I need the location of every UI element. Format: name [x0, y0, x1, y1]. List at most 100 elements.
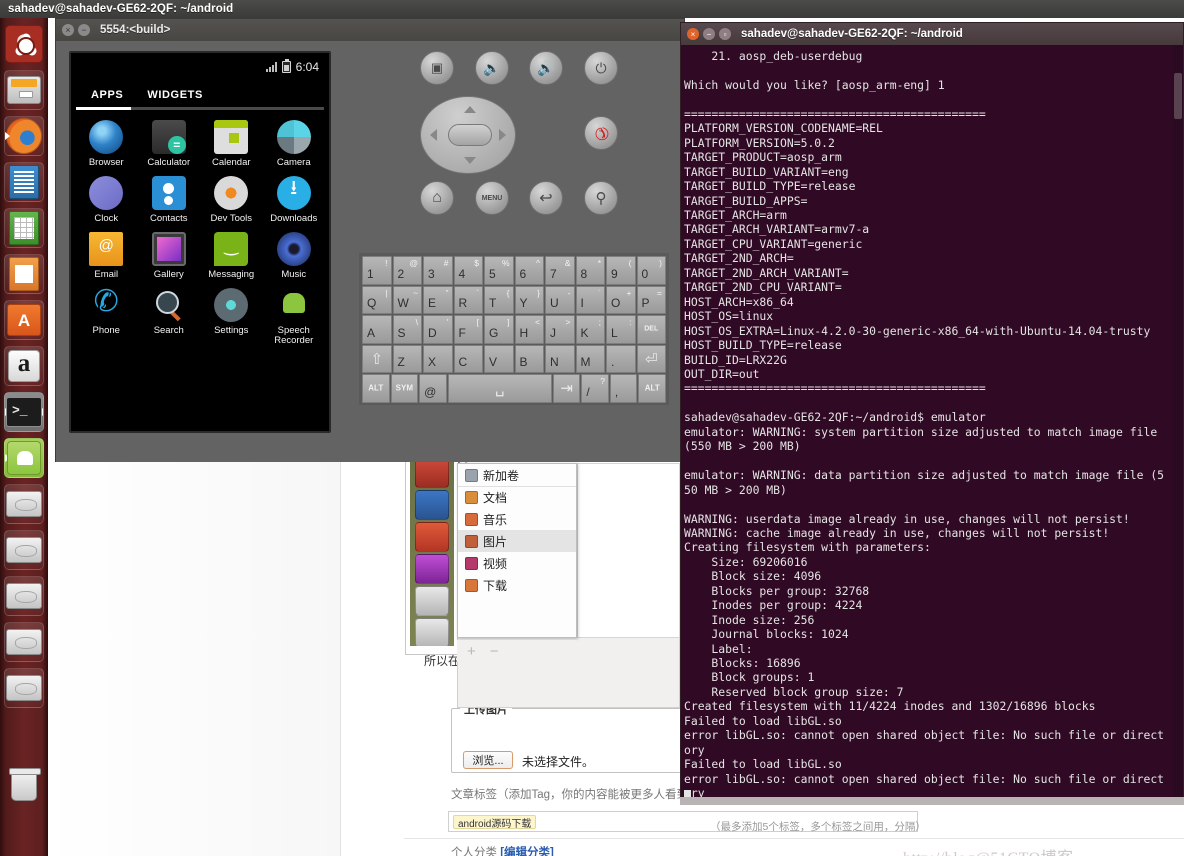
- key-n[interactable]: N: [545, 344, 575, 373]
- key-4[interactable]: 4 $: [453, 256, 483, 285]
- places-item-3[interactable]: 图片: [458, 530, 576, 552]
- launcher-item-drive-2[interactable]: [4, 530, 44, 570]
- launcher-item-drive-3[interactable]: [4, 576, 44, 616]
- launcher-item-libreoffice-impress[interactable]: [4, 254, 44, 294]
- app-settings[interactable]: Settings: [200, 287, 263, 346]
- volume-up-button[interactable]: 🔊: [529, 51, 563, 85]
- volume-down-button[interactable]: 🔈: [475, 51, 509, 85]
- strip-icon-tools[interactable]: [415, 458, 449, 488]
- key-r[interactable]: R `: [453, 285, 483, 314]
- tab-apps[interactable]: APPS: [91, 89, 123, 101]
- key-8[interactable]: 8 *: [575, 256, 605, 285]
- key-5[interactable]: 5%: [484, 256, 514, 285]
- app-phone[interactable]: Phone: [75, 284, 138, 346]
- search-button[interactable]: ⚲: [584, 181, 618, 215]
- key-h[interactable]: H <: [514, 315, 544, 344]
- key-9[interactable]: 9(: [606, 256, 636, 285]
- key-a[interactable]: A: [362, 315, 392, 344]
- remove-place-button[interactable]: −: [490, 643, 499, 660]
- edit-category-link[interactable]: [编辑分类]: [500, 847, 554, 856]
- key--[interactable]: .: [606, 344, 636, 373]
- dpad-down-icon[interactable]: [464, 157, 476, 164]
- tag-chip[interactable]: android源码下载: [453, 815, 537, 830]
- key-t[interactable]: T{: [484, 285, 514, 314]
- key-x[interactable]: X: [423, 344, 453, 373]
- launcher-item-drive-5[interactable]: [4, 668, 44, 708]
- key-g[interactable]: G]: [484, 315, 514, 344]
- strip-icon-chart[interactable]: [415, 522, 449, 552]
- key-u[interactable]: U-: [545, 285, 575, 314]
- key-sym[interactable]: SYM: [390, 374, 419, 403]
- key--[interactable]: ␣: [447, 374, 552, 403]
- strip-icon-paint[interactable]: [415, 490, 449, 520]
- key-d[interactable]: D ': [423, 315, 453, 344]
- key-v[interactable]: V: [484, 344, 514, 373]
- scrollbar-thumb[interactable]: [1174, 73, 1182, 119]
- key-w[interactable]: W ~: [392, 285, 422, 314]
- key-alt[interactable]: ALT: [638, 374, 667, 403]
- launcher-item-ubuntu-dash[interactable]: [4, 24, 44, 64]
- key-1[interactable]: 1!: [362, 256, 392, 285]
- key-alt[interactable]: ALT: [362, 374, 390, 403]
- launcher-item-trash[interactable]: [4, 766, 44, 806]
- strip-icon-video[interactable]: [415, 554, 449, 584]
- strip-icon-drive-b[interactable]: [415, 618, 449, 646]
- add-place-button[interactable]: +: [467, 643, 476, 660]
- menu-button[interactable]: MENU: [475, 181, 509, 215]
- places-item-4[interactable]: 视频: [458, 552, 576, 574]
- minimize-icon[interactable]: −: [78, 24, 90, 36]
- app-calendar[interactable]: Calendar: [200, 120, 263, 168]
- dpad-up-icon[interactable]: [464, 106, 476, 113]
- launcher-item-files[interactable]: [4, 70, 44, 110]
- app-clock[interactable]: Clock: [75, 175, 138, 224]
- key-s[interactable]: S \: [392, 315, 422, 344]
- close-icon[interactable]: ×: [687, 28, 699, 40]
- key-m[interactable]: M: [575, 344, 605, 373]
- key--[interactable]: ,: [609, 374, 638, 403]
- key--[interactable]: ⇥: [552, 374, 581, 403]
- key-f[interactable]: F[: [453, 315, 483, 344]
- places-item-2[interactable]: 音乐: [458, 508, 576, 530]
- app-gallery[interactable]: Gallery: [138, 231, 201, 280]
- key-q[interactable]: Q |: [362, 285, 392, 314]
- launcher-item-terminal[interactable]: [4, 392, 44, 432]
- key-e[interactable]: E”: [423, 285, 453, 314]
- key-c[interactable]: C: [453, 344, 483, 373]
- key--[interactable]: ⏎: [636, 344, 666, 373]
- places-item-5[interactable]: 下载: [458, 574, 576, 596]
- dpad-right-icon[interactable]: [499, 129, 506, 141]
- app-camera[interactable]: Camera: [263, 120, 326, 168]
- app-downloads[interactable]: Downloads: [263, 175, 326, 224]
- app-search[interactable]: Search: [138, 288, 201, 346]
- tab-widgets[interactable]: WIDGETS: [147, 89, 203, 101]
- launcher-item-drive-1[interactable]: [4, 484, 44, 524]
- launcher-item-libreoffice-writer[interactable]: [4, 162, 44, 202]
- browse-button[interactable]: 浏览...: [463, 751, 513, 769]
- key-2[interactable]: 2 @: [392, 256, 422, 285]
- app-music[interactable]: Music: [263, 231, 326, 280]
- places-item-0[interactable]: 新加卷: [458, 464, 576, 486]
- key-i[interactable]: I ˙: [575, 285, 605, 314]
- key-z[interactable]: Z: [392, 344, 422, 373]
- app-calculator[interactable]: Calculator: [138, 120, 201, 168]
- key-7[interactable]: 7 &: [545, 256, 575, 285]
- dpad[interactable]: [420, 96, 516, 174]
- key-y[interactable]: Y}: [514, 285, 544, 314]
- dpad-center-button[interactable]: [448, 124, 492, 146]
- key--[interactable]: @: [419, 374, 447, 403]
- key-b[interactable]: B: [514, 344, 544, 373]
- key-p[interactable]: P =: [636, 285, 666, 314]
- key-j[interactable]: J >: [545, 315, 575, 344]
- power-button[interactable]: ⏻: [584, 51, 618, 85]
- end-call-button[interactable]: ✆: [584, 116, 618, 150]
- android-tabs[interactable]: APPS WIDGETS: [71, 81, 329, 107]
- launcher-item-ubuntu-software[interactable]: [4, 300, 44, 340]
- launcher-item-amazon[interactable]: [4, 346, 44, 386]
- camera-button[interactable]: ▣: [420, 51, 454, 85]
- home-button[interactable]: ⌂: [420, 181, 454, 215]
- key-k[interactable]: K;: [575, 315, 605, 344]
- places-item-1[interactable]: 文档: [458, 486, 576, 508]
- app-speech-recorder[interactable]: Speech Recorder: [263, 288, 326, 346]
- strip-icon-drive-a[interactable]: [415, 586, 449, 616]
- app-email[interactable]: Email: [75, 231, 138, 280]
